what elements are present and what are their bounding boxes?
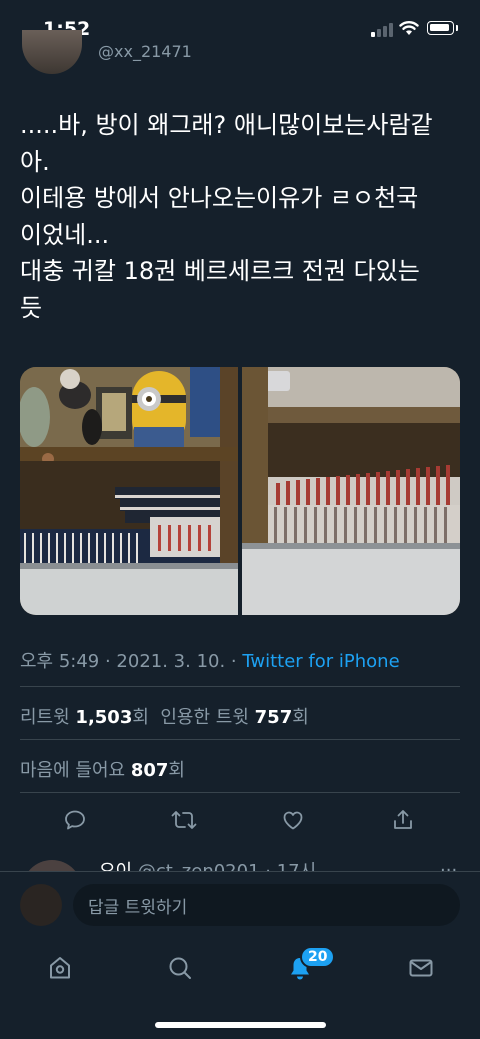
divider — [20, 739, 460, 740]
reply-button[interactable] — [60, 805, 90, 835]
quotes-count[interactable]: 757 — [255, 707, 293, 728]
share-icon — [394, 810, 412, 829]
likes-count[interactable]: 807 — [131, 760, 169, 781]
divider — [20, 792, 460, 793]
tweet-text-line: 대충 귀칼 18권 베르세르크 전권 다있는 — [20, 257, 420, 285]
like-icon — [283, 811, 303, 830]
messages-icon — [409, 959, 433, 977]
home-indicator[interactable] — [155, 1022, 326, 1028]
tweet-text-line: 이테용 방에서 안나오는이유가 ㄹㅇ천국 — [20, 184, 419, 212]
retweet-button[interactable] — [169, 805, 199, 835]
retweets-count[interactable]: 1,503 — [75, 707, 132, 728]
wifi-icon — [399, 20, 419, 36]
likes-stats[interactable]: 마음에 들어요 807회 — [20, 756, 185, 782]
tweet-text-line: 아. — [20, 147, 50, 176]
share-button[interactable] — [388, 805, 418, 835]
tweet-text: .....바, 방이 왜그래? 애니많이보는사람같 아. 이테용 방에서 안나오… — [20, 107, 465, 326]
tweet-text-line: .....바, 방이 왜그래? 애니많이보는사람같 — [20, 111, 433, 139]
notifications-badge: 20 — [300, 946, 336, 968]
likes-label[interactable]: 마음에 들어요 — [20, 760, 125, 781]
tab-messages[interactable] — [403, 950, 439, 986]
battery-icon — [427, 21, 454, 35]
reply-icon — [65, 810, 85, 830]
tweet-time-date: 오후 5:49 · 2021. 3. 10. · — [20, 651, 243, 672]
tweet-photo-1[interactable] — [20, 367, 238, 615]
divider — [20, 686, 460, 687]
retweet-icon — [171, 811, 197, 829]
author-handle[interactable]: @xx_21471 — [98, 42, 192, 62]
reply-input[interactable]: 답글 트윗하기 — [73, 884, 460, 926]
quotes-label[interactable]: 인용한 트윗 — [160, 707, 249, 728]
retweet-quote-stats: 리트윗 1,503회 인용한 트윗 757회 — [20, 703, 309, 729]
tweet-text-line: 이었네... — [20, 220, 110, 249]
retweets-label[interactable]: 리트윗 — [20, 707, 70, 728]
reply-input-placeholder: 답글 트윗하기 — [88, 897, 188, 918]
my-avatar — [20, 884, 62, 926]
retweets-unit: 회 — [132, 707, 149, 728]
tweet-source-link[interactable]: Twitter for iPhone — [242, 651, 399, 672]
tab-home[interactable] — [42, 950, 78, 986]
cellular-signal-icon — [371, 22, 393, 37]
tweet-timestamp: 오후 5:49 · 2021. 3. 10. · Twitter for iPh… — [20, 647, 400, 673]
tweet-text-line: 듯 — [20, 293, 43, 322]
quotes-unit: 회 — [292, 707, 309, 728]
tweet-photo-2[interactable] — [242, 367, 460, 615]
author-avatar[interactable] — [22, 30, 82, 74]
tweet-detail-screen: 1:52 @xx_21471 .....바, 방이 왜그래? 애니많이보는사람같… — [0, 0, 480, 1039]
home-icon — [50, 957, 70, 979]
battery-tip — [456, 25, 458, 31]
likes-unit: 회 — [168, 760, 185, 781]
like-button[interactable] — [278, 805, 308, 835]
search-icon — [169, 957, 191, 979]
tab-search[interactable] — [162, 950, 198, 986]
